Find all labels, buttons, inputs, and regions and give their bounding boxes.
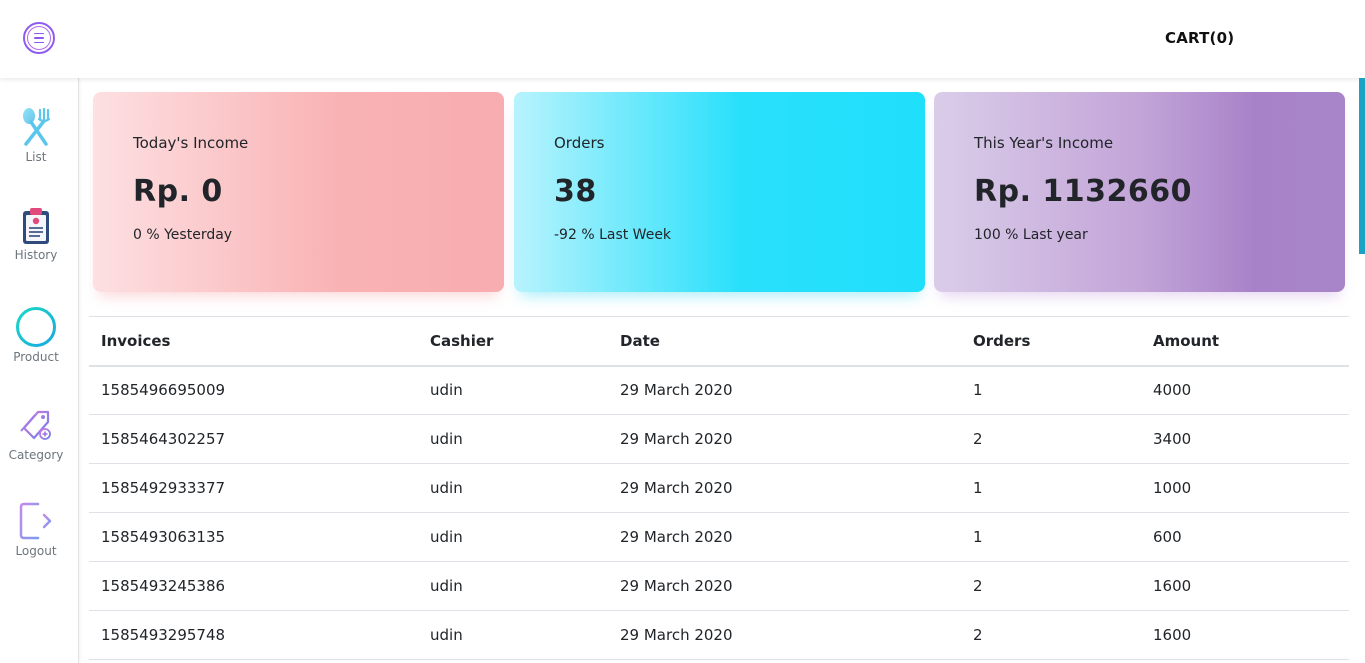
table-row: 1585492933377 udin 29 March 2020 1 1000 <box>89 463 1349 513</box>
card-value: 38 <box>554 174 597 209</box>
cell-date: 29 March 2020 <box>608 561 961 611</box>
card-todays-income: Today's Income Rp. 0 0 % Yesterday <box>93 92 504 292</box>
clipboard-icon <box>23 208 49 244</box>
cell-date: 29 March 2020 <box>608 463 961 513</box>
history-table: Invoices Cashier Date Orders Amount 1585… <box>89 316 1349 660</box>
cart-link[interactable]: CART(0) <box>1165 29 1234 47</box>
column-header-date: Date <box>620 331 660 350</box>
table-row: 1585493245386 udin 29 March 2020 2 1600 <box>89 561 1349 611</box>
column-header-cashier: Cashier <box>430 331 494 350</box>
card-value: Rp. 1132660 <box>974 174 1193 209</box>
sidebar-item-list[interactable]: List <box>0 106 72 164</box>
cell-amount: 3400 <box>1141 414 1349 464</box>
table-row: 1585496695009 udin 29 March 2020 1 4000 <box>89 365 1349 415</box>
top-bar: CART(0) <box>0 0 1365 78</box>
cell-invoice: 1585464302257 <box>89 414 418 464</box>
cell-orders: 2 <box>961 414 1141 464</box>
cell-invoice: 1585492933377 <box>89 463 418 513</box>
sidebar-item-label: History <box>14 248 58 262</box>
cell-date: 29 March 2020 <box>608 610 961 660</box>
sidebar-item-label: List <box>25 150 47 164</box>
card-value: Rp. 0 <box>133 174 223 209</box>
cell-cashier: udin <box>418 610 608 660</box>
logout-icon <box>19 502 52 540</box>
fork-spoon-icon <box>23 107 51 146</box>
sidebar-item-product[interactable]: Product <box>0 306 72 364</box>
menu-icon[interactable] <box>23 22 55 54</box>
cell-date: 29 March 2020 <box>608 365 961 415</box>
column-header-invoices: Invoices <box>101 331 171 350</box>
cell-orders: 1 <box>961 365 1141 415</box>
card-orders: Orders 38 -92 % Last Week <box>514 92 925 292</box>
cell-amount: 1600 <box>1141 561 1349 611</box>
cell-invoice: 1585493245386 <box>89 561 418 611</box>
table-header-row: Invoices Cashier Date Orders Amount <box>89 316 1349 366</box>
card-years-income: This Year's Income Rp. 1132660 100 % Las… <box>934 92 1345 292</box>
cell-cashier: udin <box>418 463 608 513</box>
cell-cashier: udin <box>418 512 608 562</box>
cell-orders: 2 <box>961 561 1141 611</box>
cell-orders: 1 <box>961 463 1141 513</box>
tags-icon <box>20 410 51 440</box>
card-title: Today's Income <box>133 134 249 152</box>
cell-invoice: 1585493063135 <box>89 512 418 562</box>
cell-amount: 1000 <box>1141 463 1349 513</box>
cell-date: 29 March 2020 <box>608 414 961 464</box>
sidebar-item-label: Category <box>8 448 64 462</box>
sidebar-item-label: Product <box>13 350 59 364</box>
table-row: 1585493063135 udin 29 March 2020 1 600 <box>89 512 1349 562</box>
card-subtext: 0 % Yesterday <box>133 227 233 243</box>
cell-amount: 600 <box>1141 512 1349 562</box>
cell-cashier: udin <box>418 365 608 415</box>
cell-invoice: 1585493295748 <box>89 610 418 660</box>
hamburger-icon <box>27 26 51 50</box>
cell-cashier: udin <box>418 414 608 464</box>
card-subtext: 100 % Last year <box>974 227 1088 243</box>
stats-cards: Today's Income Rp. 0 0 % Yesterday Order… <box>93 92 1345 292</box>
sidebar-item-label: Logout <box>15 544 57 558</box>
history-table-container: Invoices Cashier Date Orders Amount 1585… <box>89 316 1349 660</box>
scrollbar-thumb[interactable] <box>1359 78 1365 254</box>
cell-date: 29 March 2020 <box>608 512 961 562</box>
table-row: 1585464302257 udin 29 March 2020 2 3400 <box>89 414 1349 464</box>
sidebar-item-logout[interactable]: Logout <box>0 500 72 558</box>
plus-circle-icon <box>16 307 56 347</box>
sidebar-item-category[interactable]: Category <box>0 406 72 462</box>
card-subtext: -92 % Last Week <box>554 227 672 243</box>
cell-cashier: udin <box>418 561 608 611</box>
cell-amount: 1600 <box>1141 610 1349 660</box>
sidebar-item-history[interactable]: History <box>0 206 72 262</box>
cell-amount: 4000 <box>1141 365 1349 415</box>
card-title: This Year's Income <box>974 134 1114 152</box>
sidebar: List History Product Category Logout <box>0 78 79 663</box>
column-header-amount: Amount <box>1153 331 1220 350</box>
table-row: 1585493295748 udin 29 March 2020 2 1600 <box>89 610 1349 660</box>
column-header-orders: Orders <box>973 331 1031 350</box>
cell-invoice: 1585496695009 <box>89 365 418 415</box>
cell-orders: 1 <box>961 512 1141 562</box>
card-title: Orders <box>554 134 605 152</box>
cell-orders: 2 <box>961 610 1141 660</box>
